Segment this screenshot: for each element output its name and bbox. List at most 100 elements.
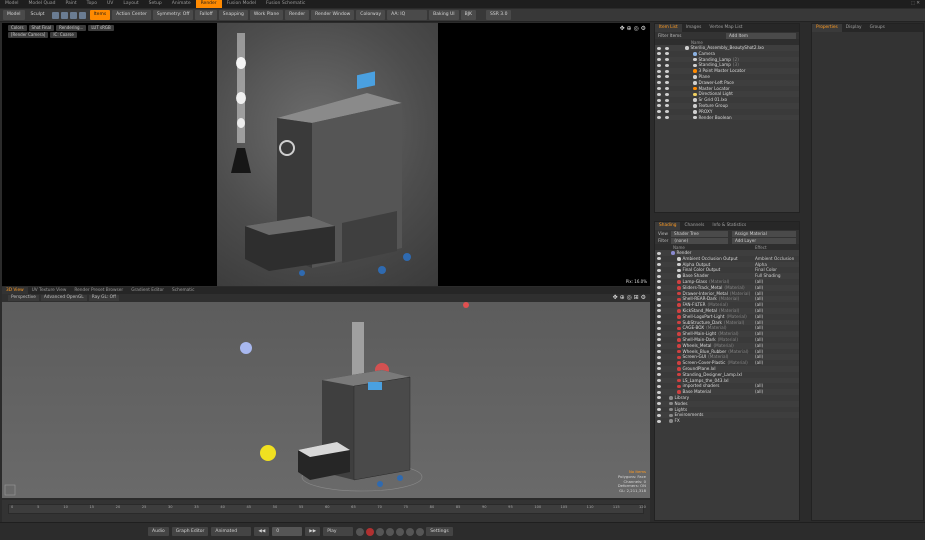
- filter-dropdown[interactable]: (none): [671, 237, 728, 244]
- shader-visibility-icon[interactable]: [657, 326, 661, 330]
- shader-visibility-icon[interactable]: [657, 332, 661, 336]
- add-item-button[interactable]: Add Item: [726, 32, 796, 39]
- shader-visibility-icon[interactable]: [657, 321, 661, 325]
- layout-tab-render[interactable]: Render: [195, 0, 222, 8]
- shot-pill[interactable]: Shot Final: [28, 25, 55, 31]
- window-controls-icon[interactable]: ⬚ ✕: [906, 0, 925, 8]
- tab-channels[interactable]: Channels: [680, 222, 708, 230]
- key-next-icon[interactable]: ▶▶: [305, 527, 321, 536]
- shader-visibility-icon[interactable]: [657, 292, 661, 296]
- shader-visibility-icon[interactable]: [657, 274, 661, 278]
- shader-visibility-icon[interactable]: [657, 303, 661, 307]
- material-mode-icon[interactable]: [78, 11, 86, 19]
- visibility-eye-icon[interactable]: [657, 58, 661, 62]
- auto-key-icon[interactable]: [406, 527, 415, 536]
- perspective-3d-viewport[interactable]: No Items Polygons: Face Channels: 0 Defo…: [2, 302, 650, 498]
- shader-visibility-icon[interactable]: [657, 384, 661, 388]
- bjk-button[interactable]: BJK: [460, 10, 476, 20]
- layout-tab-uv[interactable]: UV: [102, 0, 118, 8]
- layout-tab-layout[interactable]: Layout: [118, 0, 143, 8]
- visibility-eye-icon[interactable]: [657, 81, 661, 85]
- shader-visibility-icon[interactable]: [657, 297, 661, 301]
- view-dropdown[interactable]: Shader Tree: [670, 230, 728, 237]
- visibility-eye-icon[interactable]: [657, 52, 661, 56]
- filter-icon[interactable]: [416, 527, 425, 536]
- shader-visibility-icon[interactable]: [657, 373, 661, 377]
- shader-visibility-icon[interactable]: [657, 390, 661, 394]
- shader-visibility-icon[interactable]: [657, 413, 661, 417]
- render-toggle-icon[interactable]: [665, 52, 669, 56]
- symmetry-dropdown[interactable]: Symmetry: Off: [152, 10, 194, 20]
- lut-pill[interactable]: LUT sRGB: [88, 25, 114, 31]
- render-toggle-icon[interactable]: [665, 98, 669, 102]
- shader-visibility-icon[interactable]: [657, 257, 661, 261]
- vertex-mode-icon[interactable]: [51, 11, 59, 19]
- layout-tab-model-quad[interactable]: Model Quad: [24, 0, 61, 8]
- timeline-scrubber[interactable]: 0 5 10 15 20 25 30 35 40 45 50 55 60 65 70 75 80 85 90 95 10…: [8, 504, 646, 514]
- baking-ui-button[interactable]: Baking UI: [429, 10, 459, 20]
- shader-visibility-icon[interactable]: [657, 396, 661, 400]
- audio-button[interactable]: Audio: [148, 527, 169, 536]
- settings-button[interactable]: Settings: [426, 527, 453, 536]
- frame-field[interactable]: 0: [272, 527, 303, 536]
- assign-material-button[interactable]: Assign Material: [731, 230, 796, 237]
- viewport-tab-schematic[interactable]: Schematic: [168, 287, 199, 294]
- visibility-eye-icon[interactable]: [657, 98, 661, 102]
- shader-visibility-icon[interactable]: [657, 315, 661, 319]
- polygon-mode-icon[interactable]: [69, 11, 77, 19]
- layout-tab-topo[interactable]: Topo: [82, 0, 102, 8]
- render-toggle-icon[interactable]: [665, 87, 669, 91]
- tab-shading[interactable]: Shading: [655, 222, 681, 230]
- visibility-eye-icon[interactable]: [657, 110, 661, 114]
- viewport-tab-uv-texture-view[interactable]: UV Texture View: [28, 287, 71, 294]
- render-toggle-icon[interactable]: [665, 63, 669, 67]
- shader-visibility-icon[interactable]: [657, 419, 661, 423]
- falloff-dropdown[interactable]: Falloff: [195, 10, 217, 20]
- layout-tab-paint[interactable]: Paint: [60, 0, 81, 8]
- animated-dropdown[interactable]: Animated: [211, 527, 252, 536]
- viewport-tab-render-preset-browser[interactable]: Render Preset Browser: [70, 287, 127, 294]
- camera-pill[interactable]: [Render Camera]: [8, 32, 49, 38]
- render-toggle-icon[interactable]: [665, 75, 669, 79]
- ssr-button[interactable]: SSR 3.0: [486, 10, 512, 20]
- render-toggle-icon[interactable]: [665, 46, 669, 50]
- tab-properties[interactable]: Properties: [812, 24, 842, 32]
- item-name-column[interactable]: Name: [691, 40, 703, 45]
- tab-groups[interactable]: Groups: [866, 24, 889, 32]
- shader-visibility-icon[interactable]: [657, 263, 661, 267]
- items-mode-button[interactable]: Items: [89, 10, 111, 20]
- visibility-eye-icon[interactable]: [657, 63, 661, 67]
- work-plane-dropdown[interactable]: Work Plane: [249, 10, 284, 20]
- key-prev-icon[interactable]: ◀◀: [254, 527, 270, 536]
- layout-tab-fusion-model[interactable]: Fusion Model: [222, 0, 261, 8]
- filter-items-field[interactable]: Filter Items: [658, 33, 681, 38]
- play-button[interactable]: Play: [323, 527, 354, 536]
- shader-visibility-icon[interactable]: [657, 350, 661, 354]
- shader-visibility-icon[interactable]: [657, 367, 661, 371]
- aa-dropdown[interactable]: AA: IQ: [387, 10, 428, 20]
- shader-visibility-icon[interactable]: [657, 280, 661, 284]
- snapping-toggle[interactable]: Snapping: [218, 10, 248, 20]
- shader-name-column[interactable]: Name: [673, 245, 685, 250]
- render-toggle-icon[interactable]: [665, 104, 669, 108]
- tab-display[interactable]: Display: [842, 24, 866, 32]
- shader-effect-column[interactable]: Effect: [755, 245, 767, 250]
- colorway-button[interactable]: Colorway: [356, 10, 386, 20]
- tab-images[interactable]: Images: [682, 24, 706, 32]
- viewport-nav-icons[interactable]: ✥ ⊕ ◎ ⊞ ⚙: [613, 294, 646, 301]
- shader-visibility-icon[interactable]: [657, 251, 661, 255]
- layout-tab-fusion-schematic[interactable]: Fusion Schematic: [261, 0, 310, 8]
- shader-visibility-icon[interactable]: [657, 355, 661, 359]
- visibility-eye-icon[interactable]: [657, 46, 661, 50]
- rendering-pill[interactable]: Rendering...: [56, 25, 87, 31]
- viewport-tab-gradient-editor[interactable]: Gradient Editor: [127, 287, 168, 294]
- layout-tab-setup[interactable]: Setup: [144, 0, 167, 8]
- shader-visibility-icon[interactable]: [657, 338, 661, 342]
- list-item[interactable]: Render Boolean: [655, 114, 799, 121]
- add-layer-button[interactable]: Add Layer: [731, 237, 796, 244]
- sculpt-button[interactable]: Sculpt: [27, 10, 49, 20]
- tab-item-list[interactable]: Item List: [655, 24, 682, 32]
- visibility-eye-icon[interactable]: [657, 92, 661, 96]
- render-button[interactable]: Render: [285, 10, 310, 20]
- channel-icon[interactable]: [396, 527, 405, 536]
